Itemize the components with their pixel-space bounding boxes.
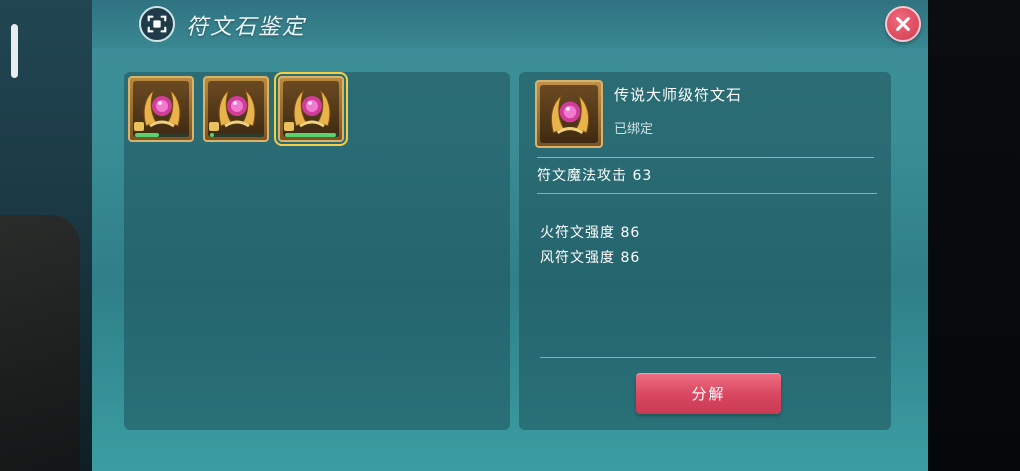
background-rock (0, 215, 80, 471)
rune-name: 传说大师级符文石 (614, 86, 743, 104)
rune-inventory-panel (124, 72, 510, 430)
background-right (928, 0, 1020, 471)
lock-icon (284, 122, 294, 131)
selected-rune-icon (535, 80, 603, 148)
rune-slot-2[interactable] (203, 76, 269, 142)
decompose-button[interactable]: 分解 (636, 373, 781, 414)
main-stat: 符文魔法攻击 63 (537, 168, 653, 184)
close-button[interactable] (885, 6, 921, 42)
scan-frame-icon (139, 6, 175, 42)
bound-status: 已绑定 (614, 122, 654, 137)
divider (537, 193, 877, 194)
rune-slot-3[interactable] (274, 72, 348, 146)
sub-stat: 火符文强度 86 (540, 225, 641, 241)
sub-stat: 风符文强度 86 (540, 250, 641, 266)
progress-bar (285, 133, 339, 137)
dialog-title: 符文石鉴定 (186, 15, 307, 40)
lock-icon (209, 122, 219, 131)
divider (537, 157, 874, 158)
background-left (0, 0, 92, 471)
divider (540, 357, 876, 358)
lock-icon (134, 122, 144, 131)
side-handle[interactable] (11, 24, 18, 78)
close-icon (896, 17, 910, 31)
progress-bar (210, 133, 264, 137)
rune-slot-1[interactable] (128, 76, 194, 142)
rune-stone-icon (550, 93, 590, 135)
progress-bar (135, 133, 189, 137)
